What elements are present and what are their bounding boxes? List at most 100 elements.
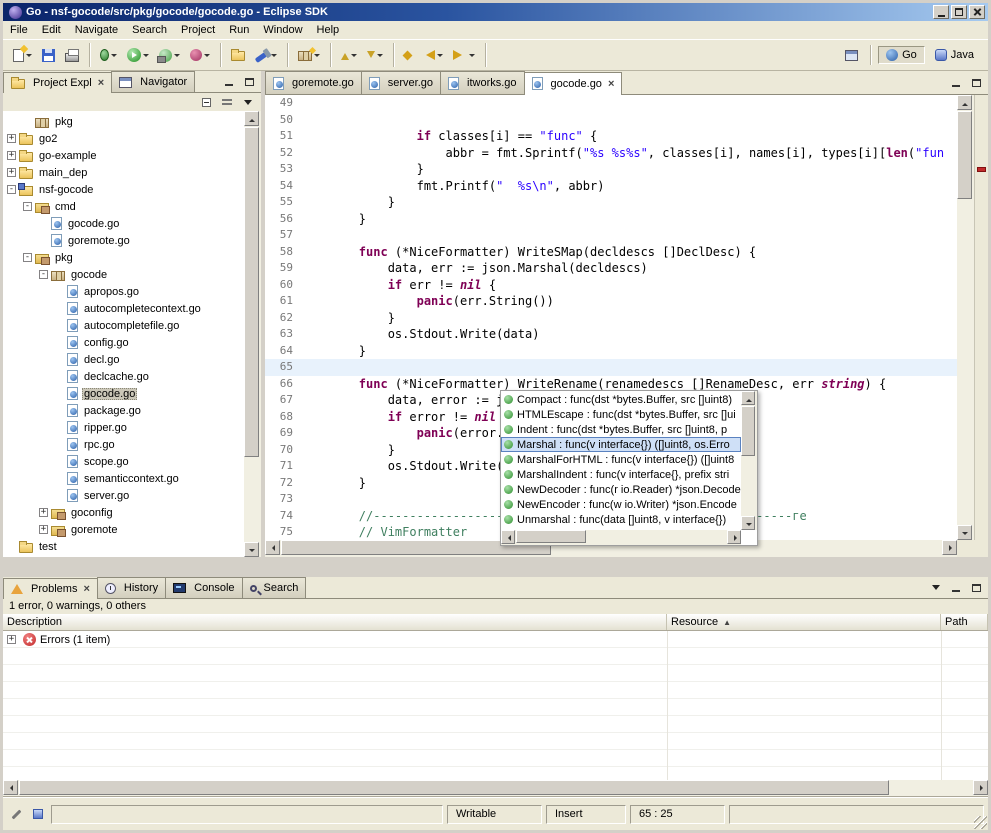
dropdown-arrow-icon[interactable]	[111, 54, 117, 57]
tree-item[interactable]: rpc.go	[3, 436, 244, 453]
completion-item[interactable]: NewDecoder : func(r io.Reader) *json.Dec…	[501, 482, 741, 497]
builder-button[interactable]	[29, 805, 47, 823]
completion-vertical-scrollbar[interactable]	[741, 391, 757, 530]
completion-item[interactable]: HTMLEscape : func(dst *bytes.Buffer, src…	[501, 407, 741, 422]
dropdown-arrow-icon[interactable]	[271, 54, 277, 57]
error-marker[interactable]	[977, 167, 986, 172]
completion-item[interactable]: Compact : func(dst *bytes.Buffer, src []…	[501, 392, 741, 407]
editor-vertical-scrollbar[interactable]	[957, 95, 974, 540]
scroll-right-arrow[interactable]	[973, 780, 988, 795]
column-header[interactable]: Resource ▲	[667, 614, 941, 630]
minimize-button[interactable]	[933, 5, 949, 19]
tree-item[interactable]: + go-example	[3, 147, 244, 164]
scroll-down-arrow[interactable]	[244, 542, 259, 557]
tree-item[interactable]: ripper.go	[3, 419, 244, 436]
tree-item[interactable]: pkg	[3, 113, 244, 130]
view-menu-button[interactable]	[927, 580, 945, 596]
link-with-editor-button[interactable]	[218, 94, 236, 110]
dropdown-arrow-icon[interactable]	[26, 54, 32, 57]
tree-item[interactable]: config.go	[3, 334, 244, 351]
view-tab[interactable]: Problems ×	[3, 578, 98, 599]
scroll-right-arrow[interactable]	[942, 540, 957, 555]
completion-item[interactable]: MarshalForHTML : func(v interface{}) ([]…	[501, 452, 741, 467]
tree-item[interactable]: goremote.go	[3, 232, 244, 249]
scrollbar-thumb[interactable]	[516, 530, 586, 543]
open-resource-button[interactable]	[227, 44, 249, 66]
resize-grip[interactable]	[974, 816, 987, 829]
tree-item[interactable]: gocode.go	[3, 215, 244, 232]
back-button[interactable]	[417, 44, 447, 66]
tree-item[interactable]: + go2	[3, 130, 244, 147]
tree-item[interactable]: server.go	[3, 487, 244, 504]
debug-button[interactable]	[96, 44, 121, 66]
view-menu-button[interactable]	[239, 94, 257, 110]
tree-item[interactable]: decl.go	[3, 351, 244, 368]
tree-item[interactable]: gocode.go	[3, 385, 244, 402]
tree-expander-icon[interactable]: -	[23, 253, 32, 262]
profile-button[interactable]	[186, 44, 214, 66]
completion-horizontal-scrollbar[interactable]	[501, 530, 741, 545]
completion-item[interactable]: MarshalIndent : func(v interface{}, pref…	[501, 467, 741, 482]
close-tab-icon[interactable]: ×	[608, 78, 614, 90]
menu-item[interactable]: Window	[256, 22, 309, 38]
column-header[interactable]: Description	[3, 614, 667, 630]
tree-item[interactable]: declcache.go	[3, 368, 244, 385]
dropdown-arrow-icon[interactable]	[204, 54, 210, 57]
search-button[interactable]	[251, 44, 281, 66]
scrollbar-thumb[interactable]	[957, 111, 972, 199]
scrollbar-thumb[interactable]	[741, 406, 755, 456]
scroll-up-arrow[interactable]	[741, 391, 755, 405]
scrollbar-thumb[interactable]	[19, 780, 889, 795]
tree-item[interactable]: semanticcontext.go	[3, 470, 244, 487]
tree-item[interactable]: + main_dep	[3, 164, 244, 181]
dropdown-arrow-icon[interactable]	[143, 54, 149, 57]
view-tab[interactable]: Navigator	[111, 71, 195, 92]
view-tab[interactable]: Search	[242, 577, 307, 598]
maximize-editor-button[interactable]	[967, 75, 985, 91]
overview-ruler[interactable]	[974, 95, 988, 540]
tree-expander-icon[interactable]: +	[7, 134, 16, 143]
maximize-view-button[interactable]	[967, 580, 985, 596]
pencil-button[interactable]	[7, 805, 25, 823]
menu-item[interactable]: Run	[222, 22, 256, 38]
menu-item[interactable]: Help	[310, 22, 347, 38]
scroll-down-arrow[interactable]	[741, 516, 755, 530]
titlebar[interactable]: Go - nsf-gocode/src/pkg/gocode/gocode.go…	[3, 3, 988, 21]
tree-expander-icon[interactable]: +	[39, 508, 48, 517]
minimize-view-button[interactable]	[220, 74, 238, 90]
open-perspective-button[interactable]	[841, 44, 862, 66]
menu-item[interactable]: Edit	[35, 22, 68, 38]
dropdown-arrow-icon[interactable]	[437, 54, 443, 57]
tree-item[interactable]: scope.go	[3, 453, 244, 470]
view-tab[interactable]: Console	[165, 577, 242, 598]
dropdown-arrow-icon[interactable]	[314, 54, 320, 57]
tree-item[interactable]: autocompletefile.go	[3, 317, 244, 334]
minimize-editor-button[interactable]	[947, 75, 965, 91]
editor-tab[interactable]: server.go	[361, 71, 441, 94]
tree-expander-icon[interactable]: -	[23, 202, 32, 211]
new-package-button[interactable]	[294, 44, 324, 66]
scrollbar-thumb[interactable]	[244, 127, 259, 457]
tree-item[interactable]: - gocode	[3, 266, 244, 283]
scroll-left-arrow[interactable]	[265, 540, 280, 555]
scroll-down-arrow[interactable]	[957, 525, 972, 540]
completion-item[interactable]: NewEncoder : func(w io.Writer) *json.Enc…	[501, 497, 741, 512]
editor-tab[interactable]: itworks.go	[440, 71, 525, 94]
tree-item[interactable]: test	[3, 538, 244, 555]
completion-item[interactable]: Unmarshal : func(data []uint8, v interfa…	[501, 512, 741, 527]
completion-item[interactable]: Marshal : func(v interface{}) ([]uint8, …	[501, 437, 741, 452]
save-button[interactable]	[38, 44, 59, 66]
tree-item[interactable]: + goremote	[3, 521, 244, 538]
maximize-button[interactable]	[951, 5, 967, 19]
last-edit-location-button[interactable]	[400, 44, 415, 66]
tree-expander-icon[interactable]: +	[7, 151, 16, 160]
menu-item[interactable]: Project	[174, 22, 222, 38]
tree-expander-icon[interactable]: -	[39, 270, 48, 279]
perspective-button[interactable]: Java	[927, 46, 982, 64]
next-annotation-button[interactable]	[363, 44, 387, 66]
row-expander-icon[interactable]: +	[7, 635, 16, 644]
tree-item[interactable]: - nsf-gocode	[3, 181, 244, 198]
scroll-right-arrow[interactable]	[727, 530, 741, 544]
problems-row[interactable]: + Errors (1 item)	[3, 631, 988, 648]
close-button[interactable]	[969, 5, 985, 19]
